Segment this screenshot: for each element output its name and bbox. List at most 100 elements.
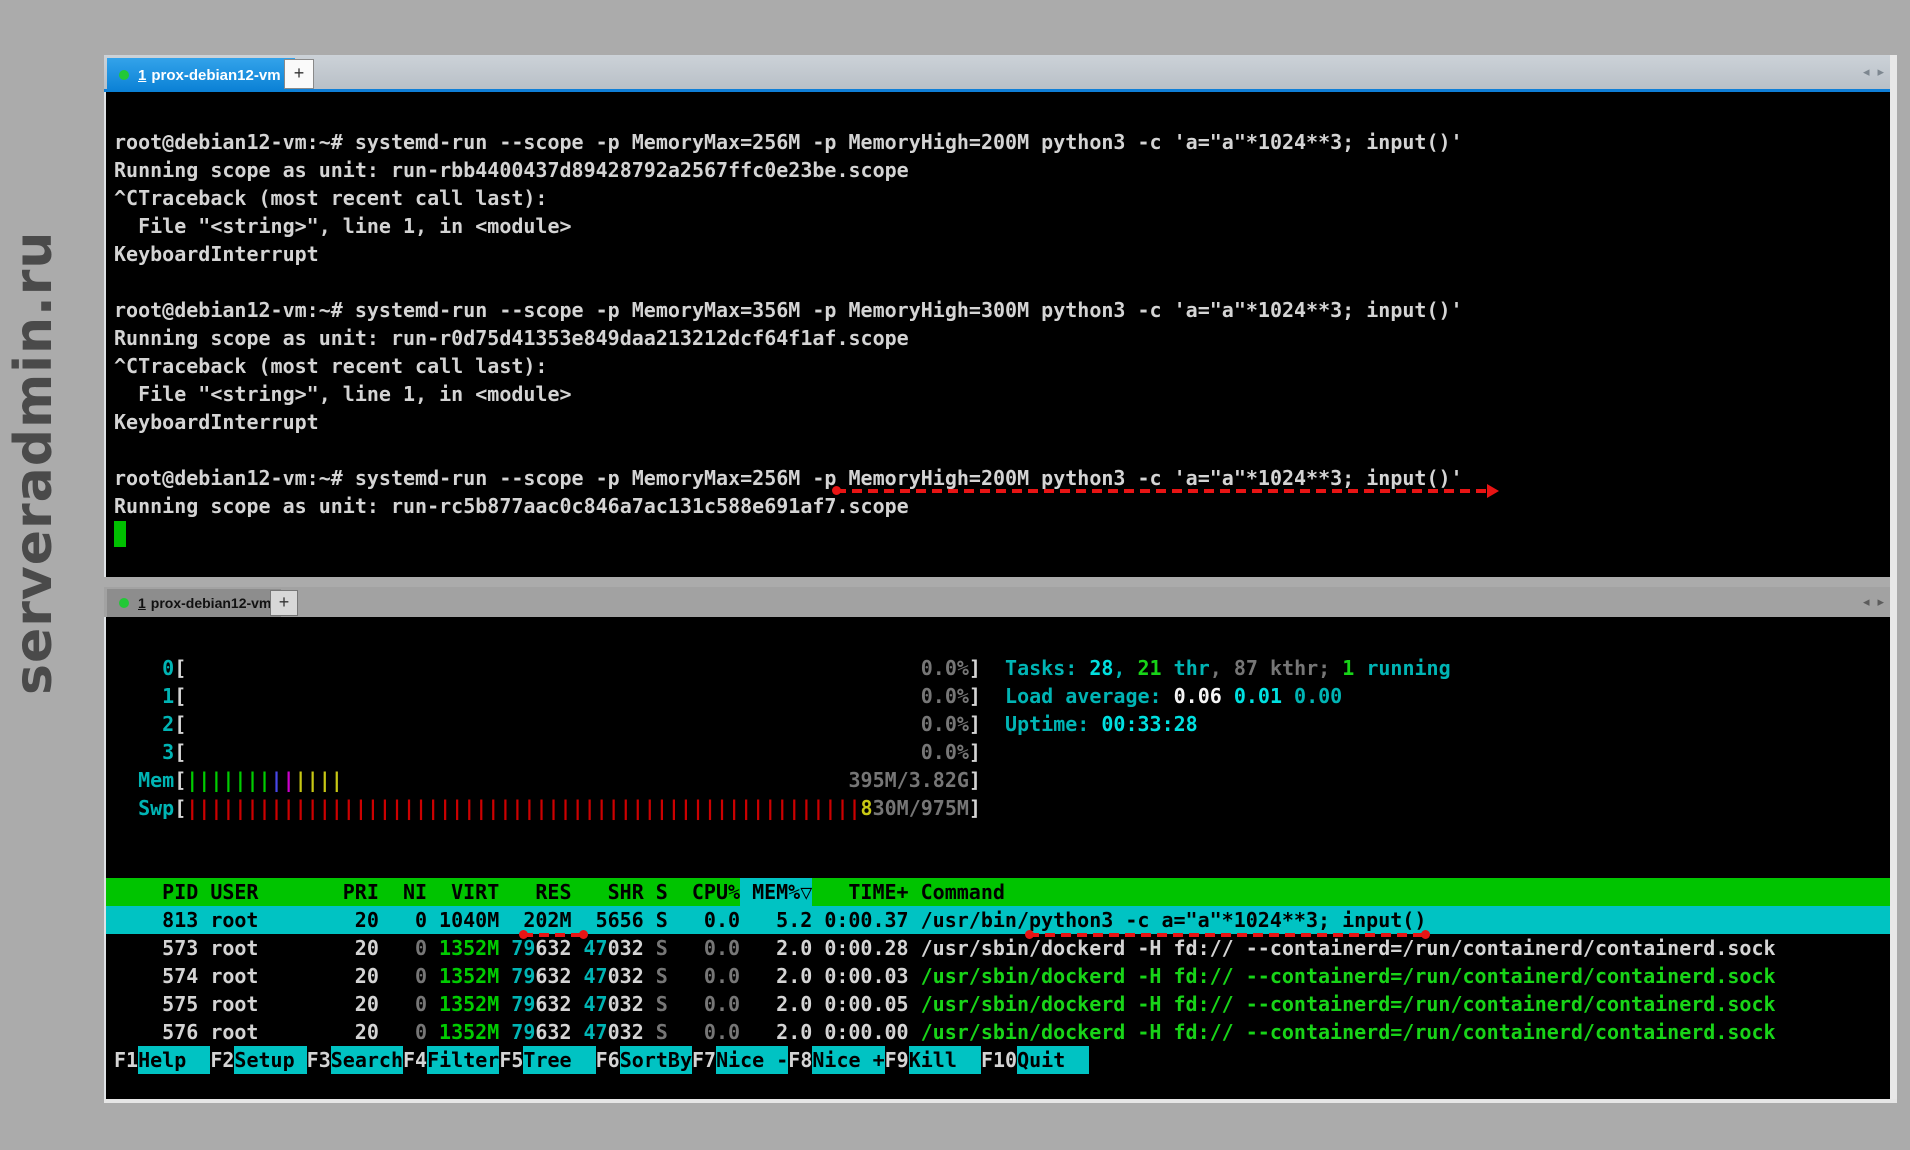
cell-res: 79632 [499, 934, 571, 962]
tab-prox-debian12-vm-2[interactable]: 1 prox-debian12-vm × [107, 589, 281, 617]
cell-cmd: /usr/sbin/dockerd -H fd:// --containerd=… [921, 962, 1776, 990]
cell-pid: 813 [114, 906, 198, 934]
cell-ni: 0 [379, 934, 427, 962]
column-header-res[interactable]: RES [499, 878, 571, 906]
cell-s: S [644, 906, 668, 934]
cell-pri: 20 [319, 934, 379, 962]
terminal-line: ^CTraceback (most recent call last): [114, 184, 1890, 212]
cell-res: 79632 [499, 1018, 571, 1046]
cell-ni: 0 [379, 990, 427, 1018]
uptime-line: Uptime: 00:33:28 [1005, 710, 1451, 738]
terminal-line: root@debian12-vm:~# systemd-run --scope … [114, 296, 1890, 324]
cell-time: 0:00.00 [812, 1018, 908, 1046]
tab-status-dot [119, 598, 129, 608]
meter-label: 0 [114, 654, 174, 682]
cell-pid: 576 [114, 1018, 198, 1046]
cell-ni: 0 [379, 906, 427, 934]
terminal-line: File "<string>", line 1, in <module> [114, 212, 1890, 240]
fkey-f7[interactable]: F7Nice - [692, 1048, 788, 1072]
process-row[interactable]: 573root2001352M7963247032S0.02.00:00.28/… [106, 934, 1890, 962]
process-row-selected[interactable]: 813root2001040M202M5656S0.05.20:00.37/us… [106, 906, 1890, 934]
column-header-time[interactable]: TIME+ [812, 878, 908, 906]
new-tab-button[interactable]: + [270, 590, 298, 616]
terminal-line [114, 436, 1890, 464]
fkey-f6[interactable]: F6SortBy [596, 1048, 692, 1072]
column-header-cpu[interactable]: CPU% [668, 878, 740, 906]
cell-cmd: /usr/bin/python3 -c a="a"*1024**3; input… [921, 906, 1427, 934]
cell-pri: 20 [319, 962, 379, 990]
column-header-ni[interactable]: NI [379, 878, 427, 906]
tab-scroll-right-icon[interactable]: ▸ [1877, 64, 1884, 80]
cell-user: root [210, 906, 318, 934]
tab-scroll-right-icon[interactable]: ▸ [1877, 594, 1884, 610]
terminal-line: Running scope as unit: run-r0d75d41353e8… [114, 324, 1890, 352]
fkey-f3[interactable]: F3Search [307, 1048, 403, 1072]
tab-scroll-left-icon[interactable]: ◂ [1863, 64, 1870, 80]
window-bottom-edge [104, 1099, 1897, 1103]
meter-cpu-0: 0[0.0%] [114, 654, 981, 682]
cell-cpu: 0.0 [668, 1018, 740, 1046]
cell-mem: 2.0 [740, 962, 812, 990]
cell-pid: 574 [114, 962, 198, 990]
tab-label: prox-debian12-vm [151, 67, 280, 84]
fkey-f4[interactable]: F4Filter [403, 1048, 499, 1072]
table-header-row: PID USERPRINIVIRTRESSHRSCPU%MEM%▽TIME+ Com… [106, 878, 1890, 906]
terminal-line [114, 268, 1890, 296]
cell-shr: 47032 [572, 962, 644, 990]
htop-meters: 0[0.0%]1[0.0%]2[0.0%]3[0.0%]Mem[||||||||… [114, 654, 981, 822]
process-row[interactable]: 576root2001352M7963247032S0.02.00:00.00/… [106, 1018, 1890, 1046]
annotation-underline-python-command [1029, 933, 1426, 937]
process-row[interactable]: 575root2001352M7963247032S0.02.00:00.05/… [106, 990, 1890, 1018]
terminal-pane[interactable]: root@debian12-vm:~# systemd-run --scope … [104, 92, 1890, 577]
cell-s: S [644, 934, 668, 962]
fkey-f8[interactable]: F8Nice + [788, 1048, 884, 1072]
column-header-pri[interactable]: PRI [319, 878, 379, 906]
cell-shr: 47032 [572, 990, 644, 1018]
cell-s: S [644, 990, 668, 1018]
cell-user: root [210, 1018, 318, 1046]
cell-res: 79632 [499, 962, 571, 990]
column-header-pid[interactable]: PID [114, 878, 198, 906]
terminal-line: ^CTraceback (most recent call last): [114, 352, 1890, 380]
tab-status-dot [119, 70, 129, 80]
tab-scroll-left-icon[interactable]: ◂ [1863, 594, 1870, 610]
column-header-cmd[interactable]: Command [921, 878, 1005, 906]
cell-pid: 573 [114, 934, 198, 962]
fkey-f10[interactable]: F10Quit [981, 1048, 1089, 1072]
cell-user: root [210, 962, 318, 990]
cell-pri: 20 [319, 1018, 379, 1046]
process-table: PIDUSERPRINIVIRTRESSHRSCPU%MEM%▽TIME+Com… [106, 878, 1890, 1046]
tab-number: 1 [138, 67, 146, 84]
cell-user: root [210, 990, 318, 1018]
fkey-f1[interactable]: F1Help [114, 1048, 210, 1072]
cell-cmd: /usr/sbin/dockerd -H fd:// --containerd=… [921, 1018, 1776, 1046]
process-row[interactable]: 574root2001352M7963247032S0.02.00:00.03/… [106, 962, 1890, 990]
column-header-user[interactable]: USER [210, 878, 318, 906]
cell-res: 79632 [499, 990, 571, 1018]
column-header-shr[interactable]: SHR [572, 878, 644, 906]
column-header-s[interactable]: S [644, 878, 668, 906]
terminal-line: root@debian12-vm:~# systemd-run --scope … [114, 464, 1890, 492]
fkey-f9[interactable]: F9Kill [885, 1048, 981, 1072]
fkey-f5[interactable]: F5Tree [499, 1048, 595, 1072]
terminal-line: root@debian12-vm:~# systemd-run --scope … [114, 128, 1890, 156]
column-header-virt[interactable]: VIRT [427, 878, 499, 906]
meter-label: 3 [114, 738, 174, 766]
meter-label: 2 [114, 710, 174, 738]
cell-cpu: 0.0 [668, 990, 740, 1018]
new-tab-button[interactable]: + [284, 59, 314, 89]
htop-pane[interactable]: 0[0.0%]1[0.0%]2[0.0%]3[0.0%]Mem[||||||||… [104, 617, 1890, 1099]
tab-prox-debian12-vm[interactable]: 1 prox-debian12-vm × [107, 58, 295, 92]
cell-mem: 2.0 [740, 990, 812, 1018]
cell-cpu: 0.0 [668, 934, 740, 962]
meter-swp: Swp[||||||||||||||||||||||||||||||||||||… [114, 794, 981, 822]
column-header-mem[interactable]: MEM%▽ [740, 878, 812, 906]
cell-s: S [644, 1018, 668, 1046]
annotation-underline-res-202m [523, 933, 583, 937]
cell-res: 202M [499, 906, 571, 934]
meter-label: Mem [114, 766, 174, 794]
fkey-f2[interactable]: F2Setup [210, 1048, 306, 1072]
meter-cpu-1: 1[0.0%] [114, 682, 981, 710]
htop-screen-tabs: MainI/O [138, 850, 337, 878]
cell-s: S [644, 962, 668, 990]
